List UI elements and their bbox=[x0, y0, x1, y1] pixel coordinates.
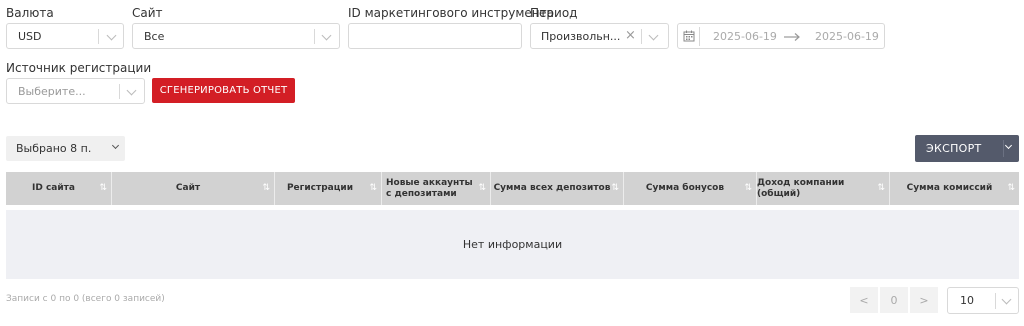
arrow-right-icon bbox=[784, 33, 800, 41]
sort-icon[interactable]: ⇅ bbox=[262, 183, 270, 194]
sort-icon[interactable]: ⇅ bbox=[744, 183, 752, 194]
column-header-total-deposits[interactable]: Сумма всех депозитов ⇅ bbox=[491, 172, 624, 205]
column-header-bonus-sum[interactable]: Сумма бонусов ⇅ bbox=[624, 172, 757, 205]
sort-icon[interactable]: ⇅ bbox=[369, 183, 377, 194]
selected-columns-dropdown[interactable]: Выбрано 8 п. bbox=[6, 136, 125, 161]
site-value: Все bbox=[144, 30, 165, 43]
date-from[interactable]: 2025-06-19 bbox=[713, 30, 777, 43]
sort-icon[interactable]: ⇅ bbox=[1007, 183, 1015, 194]
prev-page-button[interactable]: < bbox=[850, 287, 878, 313]
period-select[interactable]: Произвольн... × bbox=[530, 23, 669, 49]
column-header-commission-sum[interactable]: Сумма комиссий ⇅ bbox=[890, 172, 1019, 205]
currency-value: USD bbox=[18, 30, 42, 43]
period-label: Период bbox=[530, 6, 578, 20]
period-value: Произвольн... bbox=[541, 30, 621, 43]
reg-source-placeholder: Выберите... bbox=[18, 85, 86, 98]
site-select[interactable]: Все bbox=[132, 23, 340, 49]
sort-icon[interactable]: ⇅ bbox=[99, 183, 107, 194]
chevron-down-icon bbox=[106, 30, 117, 41]
chevron-down-icon bbox=[648, 30, 659, 41]
table-header: ID сайта ⇅ Сайт ⇅ Регистрации ⇅ Новые аккау… bbox=[6, 172, 1019, 205]
table-empty-row: Нет информации bbox=[6, 210, 1019, 279]
empty-message: Нет информации bbox=[462, 238, 563, 251]
column-header-site[interactable]: Сайт ⇅ bbox=[112, 172, 275, 205]
calendar-icon bbox=[683, 30, 695, 42]
reg-source-label: Источник регистрации bbox=[6, 61, 152, 75]
chevron-down-icon bbox=[321, 30, 332, 41]
current-page: 0 bbox=[880, 287, 908, 313]
clear-icon[interactable]: × bbox=[625, 28, 636, 43]
chevron-down-icon bbox=[1004, 141, 1013, 150]
currency-select[interactable]: USD bbox=[6, 23, 124, 49]
date-range-picker[interactable]: 2025-06-19 2025-06-19 bbox=[677, 23, 885, 49]
site-label: Сайт bbox=[132, 6, 163, 20]
column-header-site-id[interactable]: ID сайта ⇅ bbox=[6, 172, 112, 205]
chevron-down-icon bbox=[126, 85, 137, 96]
generate-report-button[interactable]: СГЕНЕРИРОВАТЬ ОТЧЕТ bbox=[152, 78, 295, 103]
export-button[interactable]: ЭКСПОРТ bbox=[915, 135, 1019, 162]
column-header-registrations[interactable]: Регистрации ⇅ bbox=[275, 172, 382, 205]
export-label: ЭКСПОРТ bbox=[926, 142, 982, 155]
column-header-company-income[interactable]: Доход компании (общий) ⇅ bbox=[757, 172, 890, 205]
column-header-new-accounts[interactable]: Новые аккаунты с депозитами ⇅ bbox=[382, 172, 491, 205]
selected-columns-label: Выбрано 8 п. bbox=[16, 142, 92, 155]
page-size-value: 10 bbox=[960, 294, 974, 307]
date-to[interactable]: 2025-06-19 bbox=[815, 30, 879, 43]
chevron-down-icon bbox=[1001, 294, 1012, 305]
next-page-button[interactable]: > bbox=[910, 287, 938, 313]
chevron-down-icon bbox=[111, 141, 120, 150]
reg-source-select[interactable]: Выберите... bbox=[6, 78, 145, 104]
marketing-id-label: ID маркетингового инструмента bbox=[348, 6, 554, 20]
sort-icon[interactable]: ⇅ bbox=[611, 183, 619, 194]
sort-icon[interactable]: ⇅ bbox=[478, 183, 486, 194]
marketing-id-input[interactable] bbox=[348, 23, 522, 49]
records-info: Записи с 0 по 0 (всего 0 записей) bbox=[6, 294, 165, 304]
currency-label: Валюта bbox=[6, 6, 54, 20]
sort-icon[interactable]: ⇅ bbox=[877, 183, 885, 194]
page-size-select[interactable]: 10 bbox=[947, 287, 1019, 314]
